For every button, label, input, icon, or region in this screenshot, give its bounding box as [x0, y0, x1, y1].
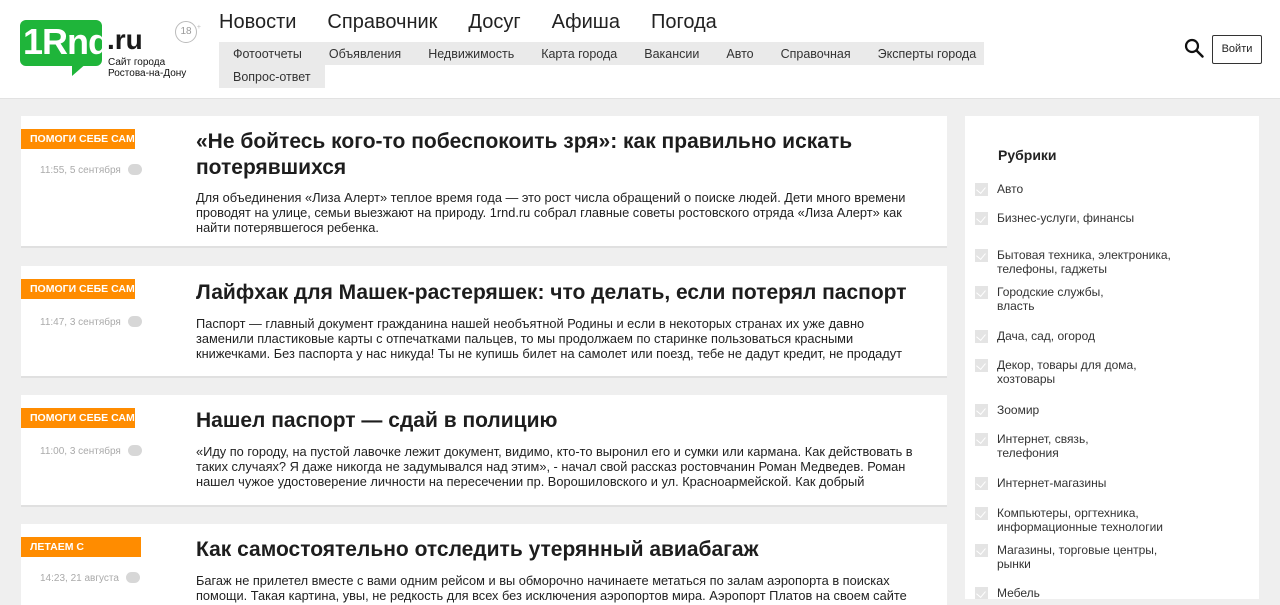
- rubric-label: Магазины, торговые центры, рынки: [997, 543, 1158, 571]
- checkbox-icon[interactable]: [975, 330, 988, 343]
- checkbox-icon[interactable]: [975, 359, 988, 372]
- sidebar-title: Рубрики: [998, 147, 1057, 163]
- plus-icon: +: [196, 24, 201, 31]
- article-title[interactable]: Как самостоятельно отследить утерянный а…: [196, 537, 916, 563]
- rubric-label: Зоомир: [997, 403, 1040, 417]
- main-nav: Новости Справочник Досуг Афиша Погода: [219, 10, 748, 34]
- logo-tagline: Сайт города Ростова-на-Дону: [108, 57, 187, 79]
- checkbox-icon[interactable]: [975, 286, 988, 299]
- article-excerpt: Паспорт — главный документ гражданина на…: [196, 316, 903, 361]
- comment-icon[interactable]: [127, 316, 142, 327]
- subnav-item-real-estate[interactable]: Недвижимость: [428, 47, 514, 61]
- age-rating-badge: 18 +: [175, 21, 201, 43]
- subnav-item-help-desk[interactable]: Справочная: [781, 47, 851, 61]
- article-meta: 14:23, 21 августа: [40, 572, 170, 584]
- checkbox-icon[interactable]: [975, 477, 988, 490]
- logo-domain: .ru: [107, 24, 143, 55]
- article-excerpt: «Иду по городу, на пустой лавочке лежит …: [196, 444, 913, 489]
- rubrics-sidebar: Рубрики Авто Бизнес-услуги, финансы Быто…: [965, 116, 1259, 599]
- checkbox-icon[interactable]: [975, 433, 988, 446]
- checkbox-icon[interactable]: [975, 404, 988, 417]
- comment-icon[interactable]: [127, 164, 142, 175]
- search-icon[interactable]: [1184, 38, 1204, 58]
- checkbox-icon[interactable]: [975, 507, 988, 520]
- rubric-item[interactable]: Бизнес-услуги, финансы: [975, 211, 1187, 225]
- rubric-item[interactable]: Дача, сад, огород: [975, 329, 1187, 343]
- article-tag[interactable]: ПОМОГИ СЕБЕ САМ: [21, 129, 135, 149]
- logo-tail: [72, 62, 88, 76]
- subnav-item-city-map[interactable]: Карта города: [541, 47, 617, 61]
- nav-item-events[interactable]: Афиша: [552, 10, 620, 34]
- subnav-item-photo-reports[interactable]: Фотоотчеты: [233, 47, 302, 61]
- rubric-item[interactable]: Интернет-магазины: [975, 476, 1187, 490]
- article-title[interactable]: «Не бойтесь кого-то побеспокоить зря»: к…: [196, 129, 916, 181]
- article-time: 14:23, 21 августа: [40, 573, 119, 584]
- checkbox-icon[interactable]: [975, 183, 988, 196]
- rubric-item[interactable]: Городские службы, власть: [975, 285, 1117, 313]
- rubric-item[interactable]: Мебель: [975, 586, 1187, 599]
- subnav-item-classifieds[interactable]: Объявления: [329, 47, 401, 61]
- sub-nav-row-2: Вопрос-ответ: [219, 65, 325, 88]
- rubric-label: Бизнес-услуги, финансы: [997, 211, 1135, 225]
- rubric-item[interactable]: Зоомир: [975, 403, 1187, 417]
- rubric-label: Интернет-магазины: [997, 476, 1107, 490]
- subnav-item-city-experts[interactable]: Эксперты города: [878, 47, 977, 61]
- comment-icon[interactable]: [125, 572, 140, 583]
- rubric-label: Дача, сад, огород: [997, 329, 1096, 343]
- rubric-item[interactable]: Интернет, связь, телефония: [975, 432, 1117, 460]
- rubric-label: Бытовая техника, электроника, телефоны, …: [997, 248, 1171, 276]
- rubric-item[interactable]: Декор, товары для дома, хозтовары: [975, 358, 1172, 386]
- login-button[interactable]: Войти: [1212, 35, 1262, 64]
- article-excerpt: Для объединения «Лиза Алерт» теплое врем…: [196, 190, 906, 235]
- article-card[interactable]: ПОМОГИ СЕБЕ САМ 11:00, 3 сентября Нашел …: [21, 395, 947, 507]
- article-card[interactable]: ПОМОГИ СЕБЕ САМ 11:47, 3 сентября Лайфха…: [21, 266, 947, 378]
- article-card[interactable]: ПОМОГИ СЕБЕ САМ 11:55, 5 сентября «Не бо…: [21, 116, 947, 248]
- nav-item-weather[interactable]: Погода: [651, 10, 717, 34]
- sub-nav-row: Фотоотчеты Объявления Недвижимость Карта…: [219, 42, 984, 65]
- nav-item-directory[interactable]: Справочник: [327, 10, 437, 34]
- age-rating-value: 18: [180, 26, 192, 37]
- site-logo[interactable]: 1Rnd .ru Сайт города Ростова-на-Дону: [20, 20, 200, 82]
- comment-icon[interactable]: [127, 445, 142, 456]
- article-card[interactable]: ЛЕТАЕМ С 14:23, 21 августа Как самостоят…: [21, 524, 947, 605]
- article-meta: 11:47, 3 сентября: [40, 316, 170, 328]
- article-title[interactable]: Нашел паспорт — сдай в полицию: [196, 408, 916, 434]
- site-header: 1Rnd .ru Сайт города Ростова-на-Дону 18 +…: [0, 0, 1280, 99]
- rubric-label: Городские службы, власть: [997, 285, 1104, 313]
- article-tag[interactable]: ПОМОГИ СЕБЕ САМ: [21, 279, 135, 299]
- checkbox-icon[interactable]: [975, 249, 988, 262]
- article-meta: 11:00, 3 сентября: [40, 445, 170, 457]
- subnav-item-auto[interactable]: Авто: [726, 47, 753, 61]
- checkbox-icon[interactable]: [975, 212, 988, 225]
- rubric-item[interactable]: Бытовая техника, электроника, телефоны, …: [975, 248, 1187, 276]
- rubric-label: Декор, товары для дома, хозтовары: [997, 358, 1137, 386]
- nav-item-news[interactable]: Новости: [219, 10, 296, 34]
- nav-item-leisure[interactable]: Досуг: [468, 10, 520, 34]
- rubric-item[interactable]: Магазины, торговые центры, рынки: [975, 543, 1187, 571]
- checkbox-icon[interactable]: [975, 587, 988, 599]
- rubric-label: Авто: [997, 182, 1024, 196]
- subnav-item-qa[interactable]: Вопрос-ответ: [233, 70, 311, 84]
- article-excerpt: Багаж не прилетел вместе с вами одним ре…: [196, 573, 907, 603]
- checkbox-icon[interactable]: [975, 544, 988, 557]
- rubric-item[interactable]: Компьютеры, оргтехника, информационные т…: [975, 506, 1187, 534]
- rubric-item[interactable]: Авто: [975, 182, 1187, 196]
- rubric-label: Компьютеры, оргтехника, информационные т…: [997, 506, 1164, 534]
- rubric-label: Мебель: [997, 586, 1040, 599]
- article-time: 11:47, 3 сентября: [40, 317, 121, 328]
- rubric-label: Интернет, связь, телефония: [997, 432, 1089, 460]
- article-meta: 11:55, 5 сентября: [40, 164, 170, 176]
- article-title[interactable]: Лайфхак для Машек-растеряшек: что делать…: [196, 280, 916, 306]
- sub-nav: Фотоотчеты Объявления Недвижимость Карта…: [219, 42, 984, 88]
- article-tag[interactable]: ЛЕТАЕМ С: [21, 537, 141, 557]
- logo-number: 1Rnd: [23, 21, 110, 62]
- article-time: 11:00, 3 сентября: [40, 446, 121, 457]
- article-time: 11:55, 5 сентября: [40, 165, 121, 176]
- article-tag[interactable]: ПОМОГИ СЕБЕ САМ: [21, 408, 135, 428]
- subnav-item-vacancies[interactable]: Вакансии: [644, 47, 699, 61]
